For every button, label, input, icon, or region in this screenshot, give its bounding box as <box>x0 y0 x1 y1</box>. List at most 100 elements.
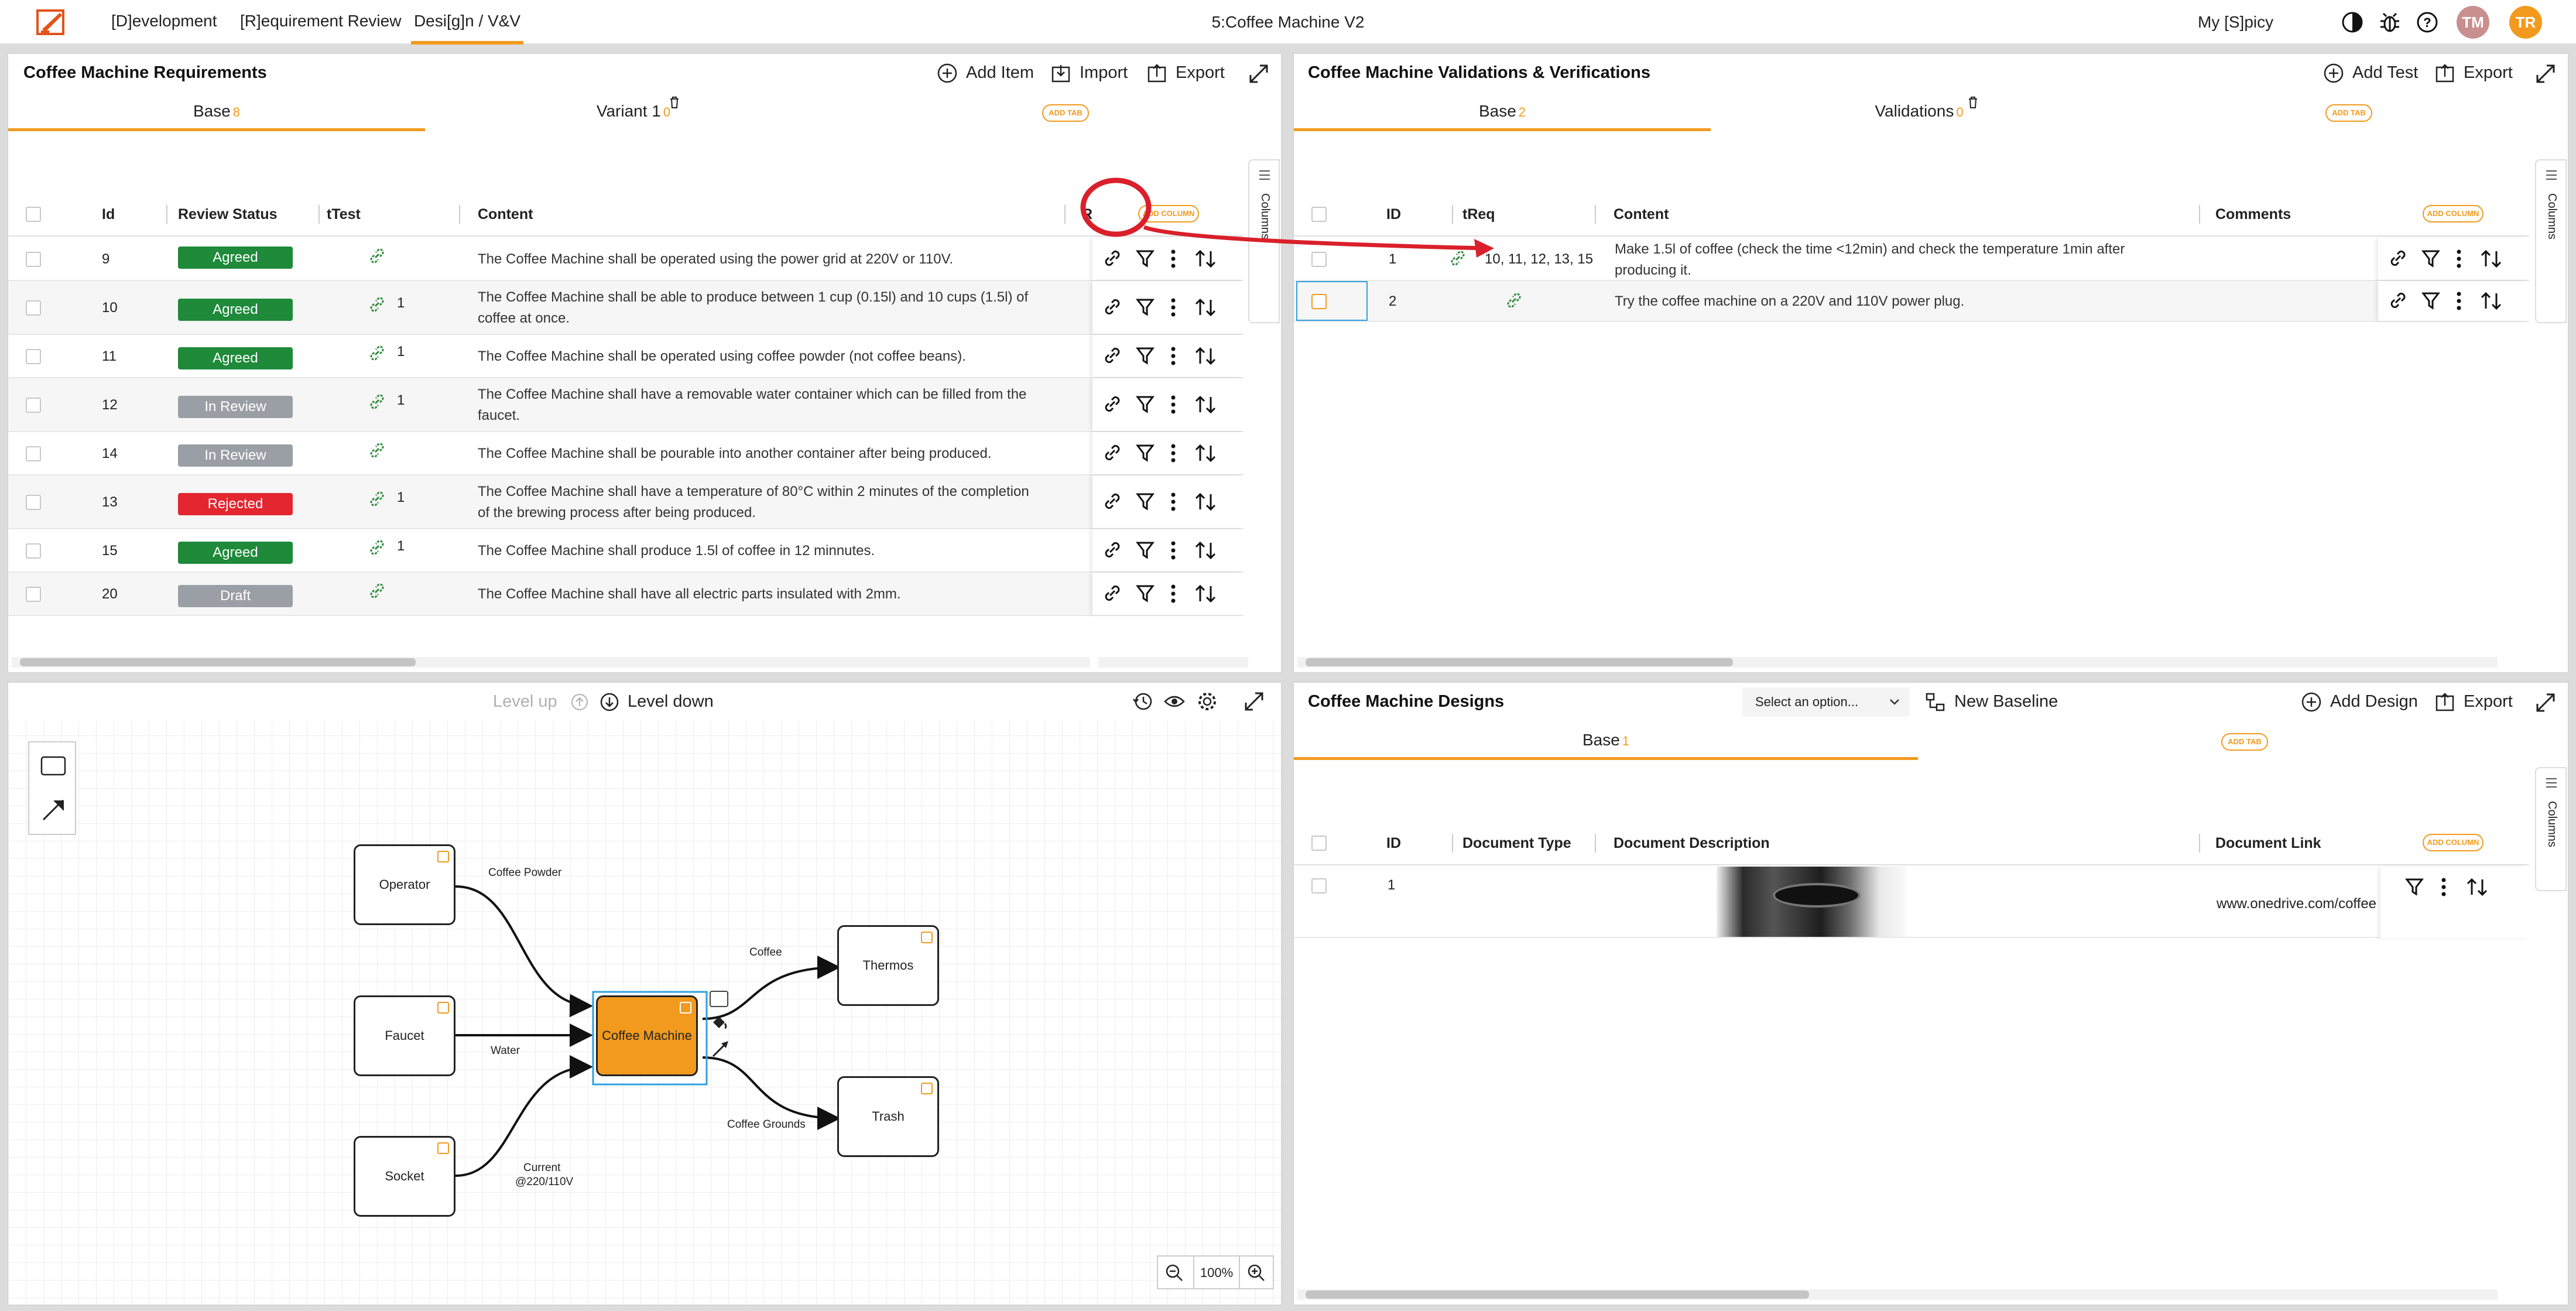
column-divider[interactable] <box>1595 205 1596 224</box>
row-checkbox[interactable] <box>1311 252 1327 267</box>
sort-icon[interactable] <box>1194 346 1217 370</box>
kebab-menu-icon[interactable] <box>2455 249 2462 273</box>
expand-icon[interactable] <box>2535 692 2556 713</box>
node-link-icon[interactable] <box>680 1002 691 1014</box>
kebab-menu-icon[interactable] <box>2440 877 2447 901</box>
new-baseline-button[interactable]: New Baseline <box>1925 689 2058 714</box>
node-link-icon[interactable] <box>921 932 933 943</box>
columns-side-tab[interactable]: Columns <box>2535 159 2567 323</box>
row-checkbox[interactable] <box>26 543 41 559</box>
requirement-content[interactable]: The Coffee Machine shall be pourable int… <box>478 443 1063 464</box>
avatar[interactable]: TM <box>2457 6 2489 39</box>
table-row[interactable]: 11 Agreed 1 The Coffee Machine shall be ope… <box>8 335 1244 378</box>
import-button[interactable]: Import <box>1050 60 1128 85</box>
add-column-button[interactable]: ADD COLUMN <box>2423 834 2483 851</box>
link-icon[interactable] <box>1102 296 1123 321</box>
filter-icon[interactable] <box>1135 443 1155 467</box>
column-divider[interactable] <box>459 205 460 224</box>
filter-icon[interactable] <box>1135 346 1155 370</box>
quick-add-node-icon[interactable] <box>710 991 728 1007</box>
status-badge[interactable]: Rejected <box>178 493 293 515</box>
tab-base[interactable]: Base 1 <box>1294 723 1918 760</box>
tab-variant-1[interactable]: Variant 10 <box>425 94 842 131</box>
filter-icon[interactable] <box>2421 291 2441 315</box>
requirement-content[interactable]: The Coffee Machine shall be operated usi… <box>478 249 1063 270</box>
node-link-icon[interactable] <box>921 1083 933 1094</box>
row-checkbox[interactable] <box>1311 294 1327 309</box>
bug-icon[interactable] <box>2378 11 2402 34</box>
column-divider[interactable] <box>1595 834 1596 853</box>
requirement-content[interactable]: The Coffee Machine shall have all electr… <box>478 584 1063 605</box>
link-icon[interactable] <box>1102 539 1123 564</box>
scrollbar-thumb[interactable] <box>20 658 416 666</box>
coffee-machine-photo[interactable] <box>1717 867 1906 937</box>
add-design-button[interactable]: Add Design <box>2301 689 2418 714</box>
select-all-checkbox[interactable] <box>1311 836 1327 851</box>
sort-icon[interactable] <box>2480 291 2502 315</box>
row-checkbox[interactable] <box>26 398 41 413</box>
test-content[interactable]: Try the coffee machine on a 220V and 110… <box>1615 291 2194 312</box>
sort-icon[interactable] <box>1194 443 1217 467</box>
status-badge[interactable]: In Review <box>178 396 293 418</box>
status-badge[interactable]: In Review <box>178 444 293 467</box>
column-header-id[interactable]: ID <box>1386 821 1401 865</box>
filter-icon[interactable] <box>1135 540 1155 564</box>
requirement-content[interactable]: The Coffee Machine shall have a removabl… <box>478 384 1063 426</box>
sort-icon[interactable] <box>1194 540 1217 564</box>
table-row[interactable]: 9 Agreed The Coffee Machine shall be opera… <box>8 238 1244 281</box>
add-test-button[interactable]: Add Test <box>2323 60 2418 85</box>
expand-icon[interactable] <box>1248 63 1269 84</box>
trash-icon[interactable] <box>669 96 680 109</box>
column-header-document-link[interactable]: Document Link <box>2215 821 2321 865</box>
node-coffee-machine[interactable]: Coffee Machine <box>596 995 698 1076</box>
link-icon[interactable] <box>1102 583 1123 608</box>
column-header-content[interactable]: Content <box>478 192 533 237</box>
node-link-icon[interactable] <box>437 1142 449 1154</box>
table-row[interactable]: 13 Rejected 1 The Coffee Machine shall have… <box>8 475 1244 529</box>
export-button[interactable]: Export <box>2434 689 2513 714</box>
diagram-panel[interactable]: Level up Level down Operator Faucet Sock… <box>7 682 1282 1306</box>
link-icon[interactable] <box>366 245 388 271</box>
row-checkbox[interactable] <box>26 300 41 316</box>
sort-icon[interactable] <box>1194 297 1217 321</box>
table-row[interactable]: 15 Agreed 1 The Coffee Machine shall produc… <box>8 529 1244 573</box>
node-faucet[interactable]: Faucet <box>354 995 455 1076</box>
row-checkbox[interactable] <box>26 252 41 267</box>
kebab-menu-icon[interactable] <box>1170 443 1177 467</box>
avatar[interactable]: TR <box>2509 6 2542 39</box>
paint-bucket-icon[interactable] <box>710 1012 729 1035</box>
add-column-button[interactable]: ADD COLUMN <box>2423 205 2483 223</box>
link-icon[interactable] <box>366 537 388 562</box>
sort-icon[interactable] <box>1194 584 1217 608</box>
table-row[interactable]: 10 Agreed 1 The Coffee Machine shall be abl… <box>8 281 1244 335</box>
column-divider[interactable] <box>1064 205 1066 224</box>
node-thermos[interactable]: Thermos <box>837 925 939 1006</box>
trash-icon[interactable] <box>1967 96 1979 109</box>
help-icon[interactable]: ? <box>2416 11 2439 34</box>
link-icon[interactable] <box>366 488 388 514</box>
tab-validations[interactable]: Validations 0 <box>1711 94 2128 131</box>
column-divider[interactable] <box>2199 834 2200 853</box>
link-icon[interactable] <box>1102 442 1123 467</box>
kebab-menu-icon[interactable] <box>2455 291 2462 315</box>
table-row[interactable]: 1 www.onedrive.com/coffee <box>1294 867 2529 938</box>
row-checkbox[interactable] <box>1311 878 1327 894</box>
node-link-icon[interactable] <box>437 851 449 862</box>
link-icon[interactable] <box>366 294 388 319</box>
export-button[interactable]: Export <box>1146 60 1225 85</box>
table-row[interactable]: 1 10, 11, 12, 13, 15 Make 1.5l of coffee (… <box>1294 238 2529 281</box>
link-icon[interactable] <box>1102 491 1123 516</box>
add-tab-button[interactable]: ADD TAB <box>2325 104 2372 122</box>
test-content[interactable]: Make 1.5l of coffee (check the time <12m… <box>1615 239 2194 281</box>
sort-icon[interactable] <box>1194 395 1217 419</box>
column-header-review-status[interactable]: Review Status <box>178 192 278 237</box>
filter-icon[interactable] <box>1135 492 1155 516</box>
add-item-button[interactable]: Add Item <box>937 60 1034 85</box>
add-tab-button[interactable]: ADD TAB <box>2221 733 2268 751</box>
table-row[interactable]: 20 Draft The Coffee Machine shall have all… <box>8 573 1244 616</box>
scrollbar-thumb[interactable] <box>1306 658 1733 666</box>
column-header-content[interactable]: Content <box>1614 192 1669 237</box>
requirement-content[interactable]: The Coffee Machine shall be operated usi… <box>478 346 1063 367</box>
tab-base[interactable]: Base 8 <box>8 94 425 131</box>
my-spicy-link[interactable]: My [S]picy <box>2198 0 2273 45</box>
